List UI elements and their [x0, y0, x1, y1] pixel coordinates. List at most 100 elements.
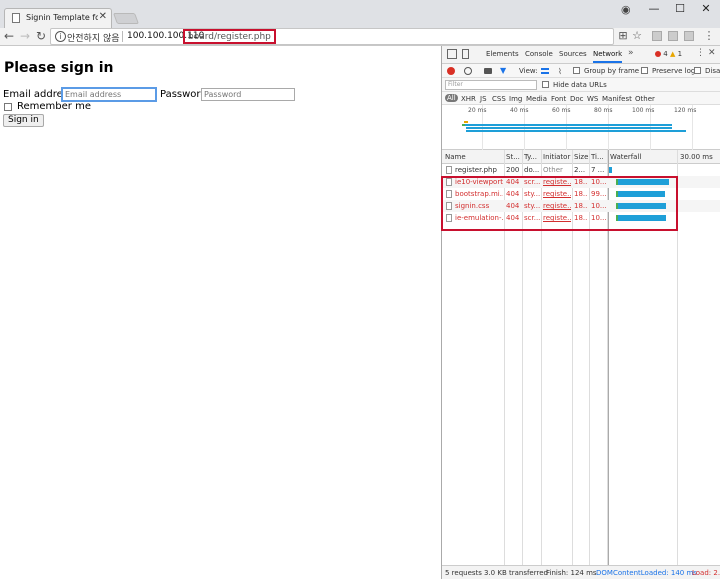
- translate-icon[interactable]: ⊞: [616, 29, 630, 42]
- column-header-waterfall[interactable]: Waterfall: [610, 153, 641, 161]
- info-icon[interactable]: i: [55, 31, 66, 42]
- column-header-type[interactable]: Ty...: [524, 153, 537, 161]
- remember-checkbox[interactable]: [4, 103, 12, 111]
- tab-elements[interactable]: Elements: [486, 50, 519, 58]
- tab-console[interactable]: Console: [525, 50, 553, 58]
- timeline-bar: [464, 121, 468, 123]
- error-icon: [655, 51, 661, 57]
- reload-icon[interactable]: ↻: [34, 29, 48, 43]
- preserve-log-checkbox[interactable]: [641, 67, 648, 74]
- column-header-size[interactable]: Size: [574, 153, 588, 161]
- extension-icon[interactable]: [668, 31, 678, 41]
- browser-toolbar: ← → ↻ i 안전하지 않음 100.100.100.110 board/re…: [0, 28, 720, 46]
- timeline-bar: [462, 124, 465, 126]
- timeline-tick: 20 ms: [468, 107, 487, 114]
- menu-kebab-icon[interactable]: ⋮: [702, 29, 716, 42]
- page-title: Please sign in: [4, 60, 114, 76]
- network-status-bar: 5 requests 3.0 KB transferred Finish: 12…: [442, 565, 720, 579]
- filter-bar: Filter Hide data URLs: [442, 78, 720, 92]
- maximize-icon[interactable]: ☐: [666, 2, 694, 15]
- group-by-frame-label: Group by frame: [584, 67, 640, 75]
- close-window-icon[interactable]: ✕: [692, 2, 720, 15]
- transferred-size: 3.0 KB transferred: [484, 569, 548, 577]
- row-initiator: Other: [543, 166, 563, 174]
- row-size: 2...: [574, 166, 586, 174]
- filter-icon[interactable]: ▼: [500, 66, 506, 75]
- timeline-tick: 80 ms: [594, 107, 613, 114]
- overview-icon[interactable]: ⌇: [558, 67, 562, 76]
- type-filter-all[interactable]: All: [445, 94, 458, 102]
- more-tabs-icon[interactable]: »: [628, 48, 634, 58]
- error-count-value: 4: [663, 50, 668, 58]
- address-bar[interactable]: i 안전하지 않음 100.100.100.110 board/register…: [50, 28, 614, 45]
- timeline-tick: 100 ms: [632, 107, 655, 114]
- network-controls: ▼ View: ⌇ Group by frame Preserve log Di…: [442, 64, 720, 78]
- row-status: 200: [506, 166, 520, 174]
- table-row[interactable]: register.php 200 do... Other 2... 7 ...: [442, 164, 720, 176]
- screenshot-icon[interactable]: [484, 68, 492, 74]
- close-tab-icon[interactable]: ✕: [99, 11, 107, 22]
- warning-count-value: 1: [677, 50, 683, 58]
- hide-data-urls-checkbox[interactable]: [542, 81, 549, 88]
- large-rows-icon[interactable]: [541, 68, 549, 74]
- timeline-bar: [466, 130, 686, 132]
- browser-tab[interactable]: Signin Template for Bo ✕: [4, 8, 112, 28]
- tab-sources[interactable]: Sources: [559, 50, 587, 58]
- profile-icon[interactable]: ◉: [621, 3, 631, 16]
- extension-icon[interactable]: [684, 31, 694, 41]
- type-filter-manifest[interactable]: Manifest: [602, 95, 632, 103]
- timeline-bar: [464, 124, 672, 126]
- column-header-initiator[interactable]: Initiator: [543, 153, 570, 161]
- devtools-tabbar: Elements Console Sources Network » 4 ▲ 1…: [442, 46, 720, 64]
- password-field[interactable]: [201, 88, 295, 101]
- column-header-name[interactable]: Name: [445, 153, 466, 161]
- back-icon[interactable]: ←: [2, 29, 16, 43]
- disable-cache-checkbox[interactable]: [694, 67, 701, 74]
- type-filter-ws[interactable]: WS: [587, 95, 598, 103]
- type-filter-font[interactable]: Font: [551, 95, 566, 103]
- file-icon: [446, 166, 452, 174]
- disable-cache-label: Disab: [705, 67, 720, 75]
- timeline-bar: [466, 127, 672, 129]
- row-time: 7 ...: [591, 166, 605, 174]
- type-filter-bar: All XHR JS CSS Img Media Font Doc WS Man…: [442, 92, 720, 105]
- row-name: register.php: [455, 166, 497, 174]
- record-icon[interactable]: [447, 67, 455, 75]
- new-tab-button[interactable]: [112, 13, 140, 24]
- remember-label: Remember me: [17, 101, 91, 112]
- table-header: Name St... Ty... Initiator Size Ti... Wa…: [442, 150, 720, 164]
- type-filter-media[interactable]: Media: [526, 95, 547, 103]
- timeline-tick: 120 ms: [674, 107, 697, 114]
- column-header-time[interactable]: Ti...: [591, 153, 604, 161]
- timeline-tick: 40 ms: [510, 107, 529, 114]
- view-label: View:: [519, 67, 538, 75]
- signin-button[interactable]: Sign in: [3, 114, 44, 127]
- bookmark-star-icon[interactable]: ☆: [630, 29, 644, 42]
- type-filter-other[interactable]: Other: [635, 95, 655, 103]
- preserve-log-label: Preserve log: [652, 67, 696, 75]
- timeline-overview[interactable]: 20 ms 40 ms 60 ms 80 ms 100 ms 120 ms: [442, 105, 720, 150]
- type-filter-img[interactable]: Img: [509, 95, 522, 103]
- waterfall-scale: 30.00 ms: [680, 153, 713, 161]
- type-filter-xhr[interactable]: XHR: [461, 95, 476, 103]
- title-bar: Signin Template for Bo ✕ ◉ — ☐ ✕: [0, 0, 720, 28]
- device-toolbar-icon[interactable]: [462, 49, 469, 59]
- filter-input[interactable]: Filter: [445, 80, 537, 90]
- clear-icon[interactable]: [464, 67, 472, 75]
- inspect-icon[interactable]: [447, 49, 457, 59]
- forward-icon[interactable]: →: [18, 29, 32, 43]
- type-filter-js[interactable]: JS: [480, 95, 487, 103]
- tab-network[interactable]: Network: [593, 50, 623, 63]
- email-field[interactable]: [61, 87, 157, 102]
- type-filter-css[interactable]: CSS: [492, 95, 506, 103]
- error-count[interactable]: 4 ▲ 1: [655, 50, 682, 58]
- requests-count: 5 requests: [445, 569, 482, 577]
- warning-icon: ▲: [669, 50, 676, 58]
- group-by-frame-checkbox[interactable]: [573, 67, 580, 74]
- minimize-icon[interactable]: —: [640, 2, 668, 15]
- type-filter-doc[interactable]: Doc: [570, 95, 584, 103]
- devtools-menu-icon[interactable]: ⋮: [696, 48, 705, 58]
- close-devtools-icon[interactable]: ✕: [708, 48, 716, 58]
- extension-icon[interactable]: [652, 31, 662, 41]
- column-header-status[interactable]: St...: [506, 153, 520, 161]
